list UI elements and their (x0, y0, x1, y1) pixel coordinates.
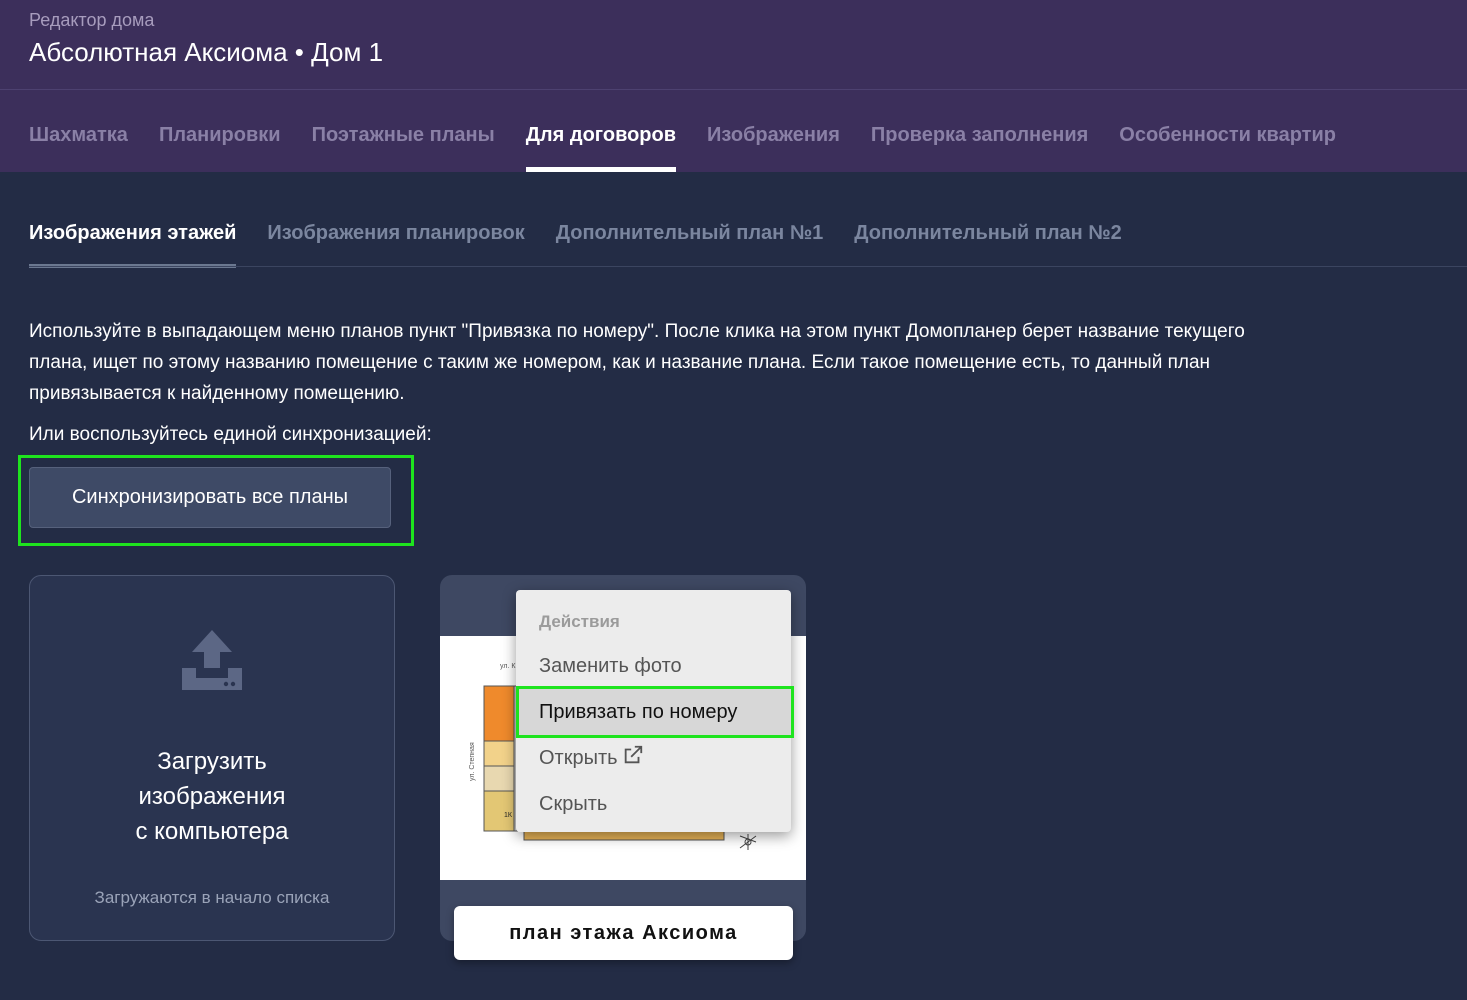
tab-floor-plans[interactable]: Поэтажные планы (312, 124, 495, 172)
page-title: Абсолютная Аксиома • Дом 1 (29, 37, 384, 67)
bind-item-highlight-frame (516, 686, 794, 738)
menu-item-replace-photo[interactable]: Заменить фото (516, 643, 791, 689)
subtabs-divider (29, 266, 1467, 267)
upload-title: Загрузить изображения с компьютера (135, 748, 289, 845)
menu-item-hide[interactable]: Скрыть (516, 781, 791, 827)
svg-text:ул. К: ул. К (500, 663, 516, 670)
upload-tray-icon (182, 630, 242, 690)
tab-layouts[interactable]: Планировки (159, 124, 281, 172)
upload-dropzone[interactable]: Загрузить изображения с компьютера Загру… (29, 575, 395, 941)
menu-item-open[interactable]: Открыть (516, 735, 791, 781)
sub-tabs: Изображения этажей Изображения планирово… (29, 222, 1122, 268)
svg-text:ул. Степная: ул. Степная (469, 742, 476, 781)
subtab-extra-plan-1[interactable]: Дополнительный план №1 (556, 222, 823, 268)
sync-all-plans-button[interactable]: Синхронизировать все планы (29, 467, 391, 528)
plan-name-label[interactable]: план этажа Аксиома (454, 906, 793, 960)
subtab-floor-images[interactable]: Изображения этажей (29, 222, 237, 268)
instructions-text: Используйте в выпадающем меню планов пун… (29, 321, 1245, 404)
subtab-layout-images[interactable]: Изображения планировок (267, 222, 524, 268)
tab-chess[interactable]: Шахматка (29, 124, 128, 172)
tab-contracts[interactable]: Для договоров (525, 124, 677, 172)
tab-apartment-features[interactable]: Особенности квартир (1119, 124, 1336, 172)
header: Редактор дома Абсолютная Аксиома • Дом 1… (0, 0, 1467, 172)
main-tabs: Шахматка Планировки Поэтажные планы Для … (29, 124, 1336, 172)
external-link-icon (624, 745, 642, 764)
header-subtitle: Редактор дома (29, 10, 155, 30)
tab-fill-check[interactable]: Проверка заполнения (871, 124, 1088, 172)
menu-header: Действия (539, 612, 620, 631)
sync-prompt: Или воспользуйтесь единой синхронизацией… (29, 424, 432, 445)
subtab-extra-plan-2[interactable]: Дополнительный план №2 (854, 222, 1121, 268)
upload-note: Загружаются в начало списка (94, 888, 330, 907)
tab-images[interactable]: Изображения (707, 124, 840, 172)
header-divider (0, 89, 1467, 90)
svg-text:1К: 1К (504, 812, 513, 819)
